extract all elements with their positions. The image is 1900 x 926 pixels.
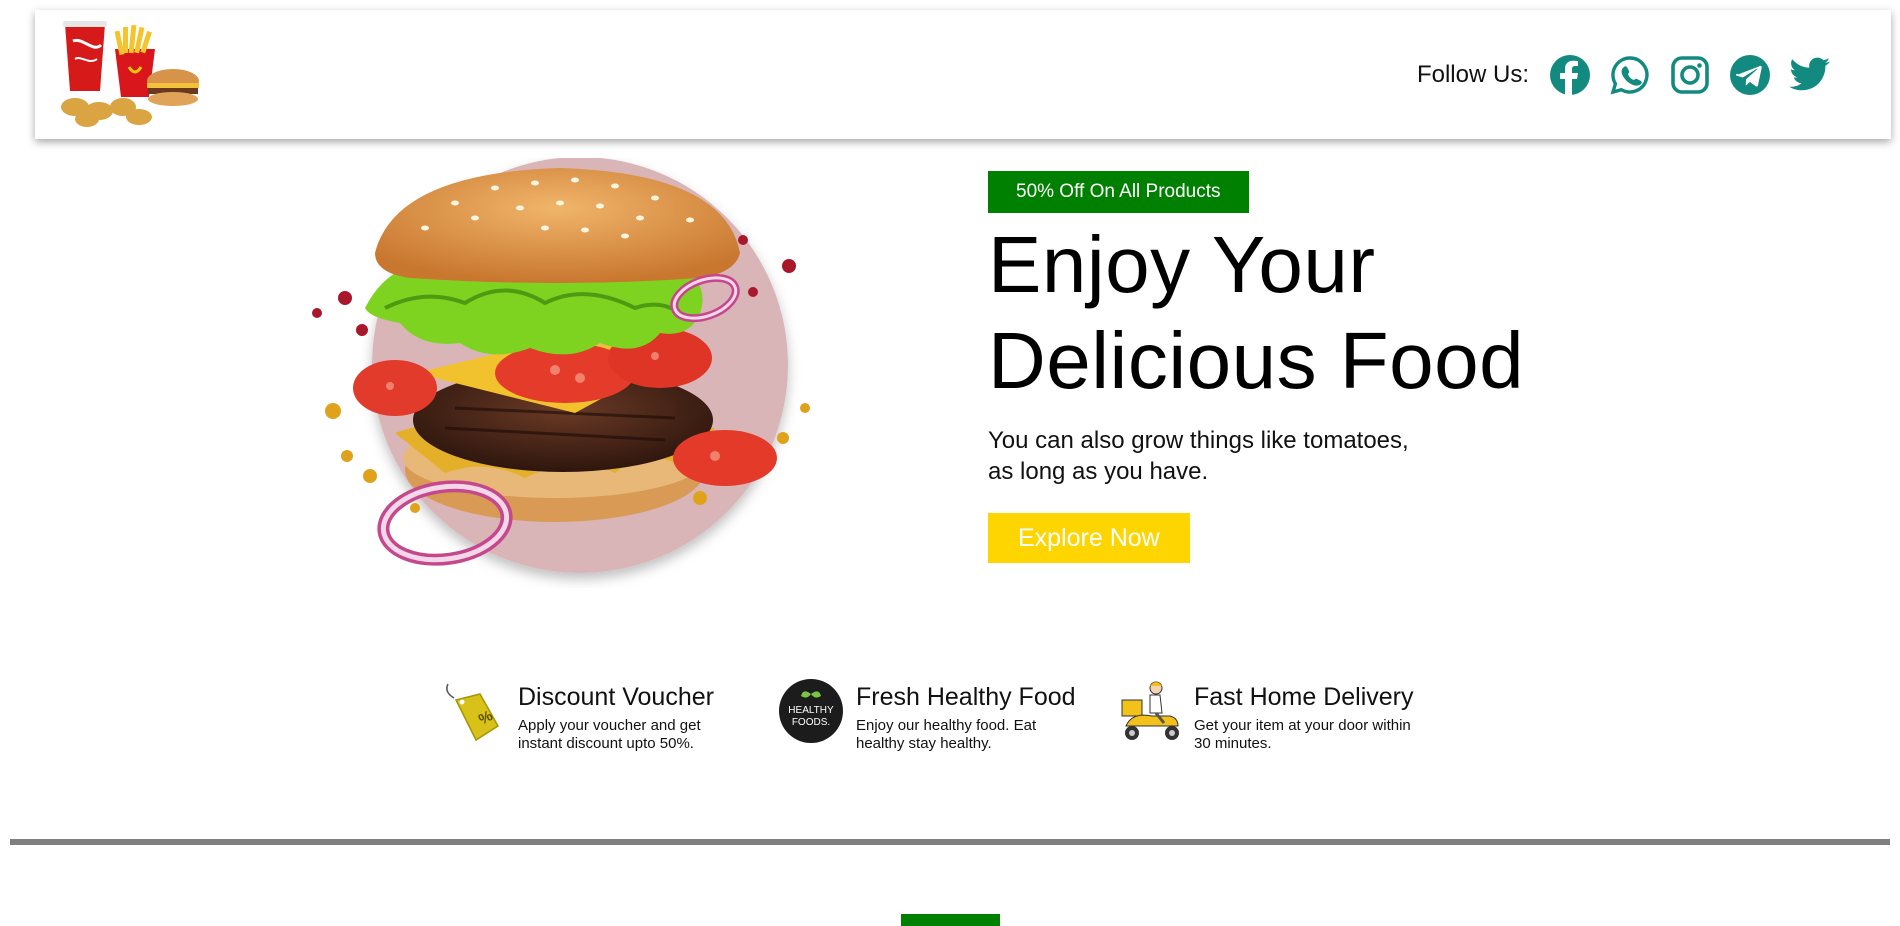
hero-headline-line2: Delicious Food <box>988 316 1525 405</box>
whatsapp-icon[interactable] <box>1609 54 1651 96</box>
logo-fastfood-image[interactable] <box>53 19 203 131</box>
delivery-scooter-icon <box>1116 678 1188 750</box>
facebook-icon[interactable] <box>1549 54 1591 96</box>
feature-title: Fast Home Delivery <box>1194 683 1414 711</box>
explore-now-button[interactable]: Explore Now <box>988 513 1190 563</box>
feature-fast-home-delivery: Fast Home Delivery Get your item at your… <box>1116 678 1428 753</box>
instagram-icon[interactable] <box>1669 54 1711 96</box>
feature-desc: Apply your voucher and get instant disco… <box>518 717 701 752</box>
hero-subtext-line2: as long as you have. <box>988 458 1209 485</box>
healthy-logo-text-bottom: FOODS. <box>792 717 830 728</box>
follow-us: Follow Us: <box>1417 54 1831 96</box>
site-header: Follow Us: <box>35 10 1891 139</box>
discount-tag-icon: % <box>440 678 512 750</box>
feature-desc: Enjoy our healthy food. Eat healthy stay… <box>856 717 1037 752</box>
hero-text: 50% Off On All Products Enjoy Your Delic… <box>988 171 1708 563</box>
feature-title: Fresh Healthy Food <box>856 683 1076 711</box>
hero-subtext-line1: You can also grow things like tomatoes, <box>988 427 1409 454</box>
hero-headline-line1: Enjoy Your <box>988 220 1376 309</box>
section-heading-tab <box>901 914 1000 926</box>
burger-hero-image <box>305 157 845 588</box>
feature-desc: Get your item at your door within 30 min… <box>1194 717 1411 752</box>
hero-headline: Enjoy Your Delicious Food <box>988 217 1708 409</box>
healthy-logo-text-top: HEALTHY <box>788 705 834 716</box>
section-divider <box>10 839 1890 845</box>
feature-title: Discount Voucher <box>518 683 714 711</box>
healthy-foods-icon: HEALTHY FOODS. <box>778 678 850 750</box>
features-row: % Discount Voucher Apply your voucher an… <box>440 678 1428 753</box>
discount-badge: 50% Off On All Products <box>988 171 1249 213</box>
hero-subtext: You can also grow things like tomatoes, … <box>988 425 1458 487</box>
twitter-icon[interactable] <box>1789 54 1831 96</box>
feature-discount-voucher: % Discount Voucher Apply your voucher an… <box>440 678 752 753</box>
telegram-icon[interactable] <box>1729 54 1771 96</box>
follow-us-label: Follow Us: <box>1416 60 1529 88</box>
feature-fresh-healthy-food: HEALTHY FOODS. Fresh Healthy Food Enjoy … <box>778 678 1090 753</box>
